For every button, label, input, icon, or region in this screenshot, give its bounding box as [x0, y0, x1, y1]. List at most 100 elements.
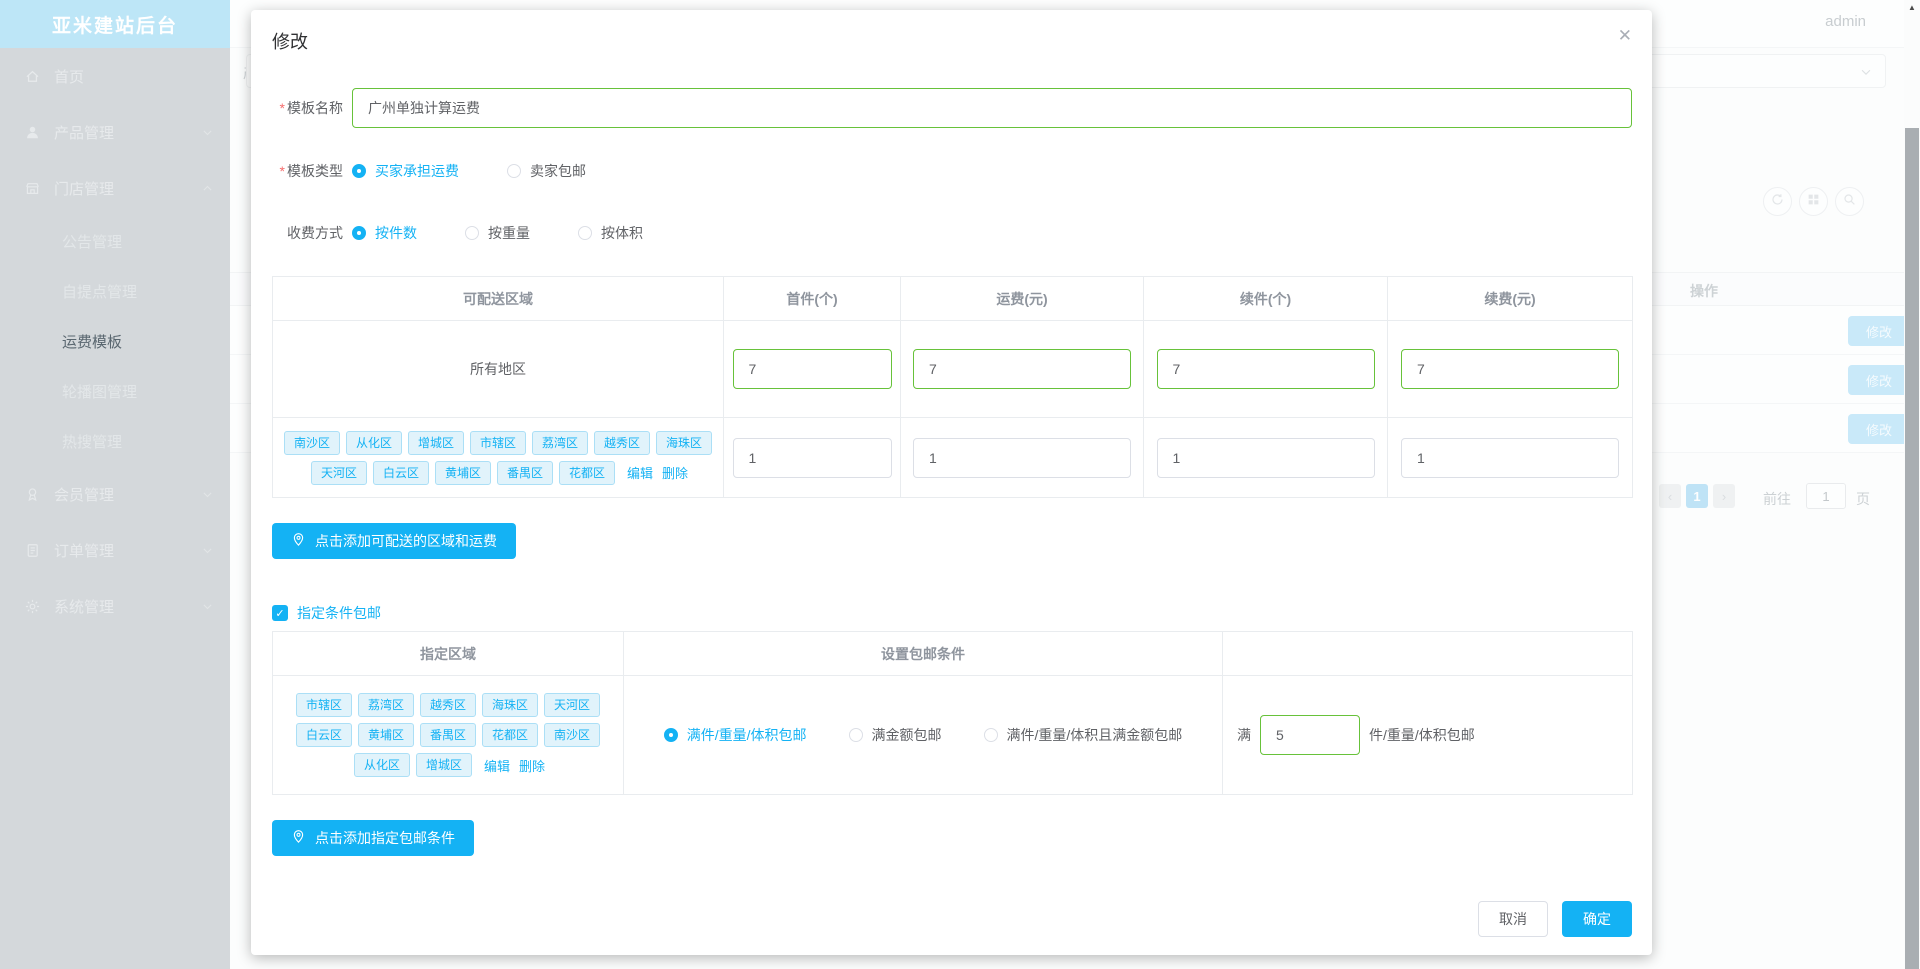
refresh-button[interactable] [1763, 187, 1792, 216]
radio-by-piece[interactable]: 按件数 [352, 223, 417, 243]
radio-by-weight[interactable]: 按重量 [465, 223, 530, 243]
district-tag[interactable]: 从化区 [345, 430, 402, 455]
edit-regions-link[interactable]: 编辑 [627, 463, 653, 482]
district-tag[interactable]: 天河区 [544, 693, 601, 717]
search-button[interactable] [1835, 187, 1864, 216]
column-header: 运费(元) [900, 276, 1144, 321]
district-tag[interactable]: 南沙区 [283, 430, 340, 455]
sidebar-item-carousel[interactable]: 轮播图管理 [0, 366, 230, 416]
district-tag[interactable]: 增城区 [415, 753, 472, 777]
district-tag[interactable]: 从化区 [353, 753, 410, 777]
district-tag[interactable]: 白云区 [295, 723, 352, 747]
additional-fee-input[interactable] [1401, 437, 1619, 478]
first-fee-input[interactable] [913, 349, 1131, 389]
template-name-row: * 模板名称 [272, 88, 1632, 128]
add-region-button[interactable]: 点击添加可配送的区域和运费 [272, 523, 516, 559]
sidebar-item-announcements[interactable]: 公告管理 [0, 216, 230, 266]
edit-button[interactable]: 修改 [1848, 316, 1910, 346]
specified-regions-cell: 市辖区 荔湾区 越秀区 海珠区 天河区 白云区 黄埔区 番禺区 花都区 南沙区 [272, 675, 624, 795]
edit-button[interactable]: 修改 [1848, 365, 1910, 395]
pagination-page-input[interactable] [1806, 483, 1846, 509]
pagination-next-button[interactable]: › [1713, 484, 1735, 508]
district-tag[interactable]: 增城区 [407, 430, 464, 455]
sidebar-item-hot-search[interactable]: 热搜管理 [0, 416, 230, 466]
radio-buyer-pays[interactable]: 买家承担运费 [352, 161, 459, 181]
district-tag[interactable]: 黄埔区 [357, 723, 414, 747]
sidebar-item-members[interactable]: 会员管理 [0, 466, 230, 522]
pagination-page-unit: 页 [1856, 491, 1870, 507]
radio-piece-weight-volume[interactable]: 满件/重量/体积包邮 [663, 725, 807, 745]
template-type-label: * 模板类型 [279, 163, 343, 179]
district-tag[interactable]: 海珠区 [656, 430, 713, 455]
gear-icon [24, 598, 41, 615]
edit-button[interactable]: 修改 [1848, 414, 1910, 444]
additional-piece-input[interactable] [1156, 349, 1375, 389]
user-icon [24, 124, 41, 141]
pagination-goto-label: 前往 [1763, 491, 1791, 507]
district-tag[interactable]: 市辖区 [295, 693, 352, 717]
pagination-page-1[interactable]: 1 [1686, 484, 1708, 508]
radio-amount[interactable]: 满金额包邮 [848, 725, 942, 745]
radio-seller-free-shipping[interactable]: 卖家包邮 [507, 161, 586, 181]
district-tag[interactable]: 南沙区 [544, 723, 601, 747]
chevron-down-icon [201, 600, 214, 613]
admin-user-menu[interactable]: admin [1825, 13, 1866, 30]
chevron-down-icon [201, 126, 214, 139]
district-tag[interactable]: 越秀区 [594, 430, 651, 455]
confirm-button[interactable]: 确定 [1562, 901, 1632, 937]
district-tag[interactable]: 荔湾区 [357, 693, 414, 717]
sidebar-item-shipping-templates[interactable]: 运费模板 [0, 316, 230, 366]
district-tag[interactable]: 白云区 [372, 460, 429, 485]
district-tag[interactable]: 花都区 [559, 460, 616, 485]
scroll-up-arrow-icon[interactable]: ▲ [1904, 3, 1920, 12]
ops-column-header: 操作 [1690, 283, 1718, 299]
district-tag[interactable]: 海珠区 [482, 693, 539, 717]
column-header: 设置包邮条件 [623, 631, 1223, 676]
district-tag[interactable]: 番禺区 [496, 460, 553, 485]
edit-regions-link[interactable]: 编辑 [484, 756, 510, 775]
district-tag[interactable]: 荔湾区 [532, 430, 589, 455]
district-tag[interactable]: 黄埔区 [434, 460, 491, 485]
first-fee-input[interactable] [913, 437, 1131, 478]
pagination-prev-button[interactable]: ‹ [1659, 484, 1681, 508]
first-piece-input[interactable] [732, 437, 892, 478]
radio-piece-and-amount[interactable]: 满件/重量/体积且满金额包邮 [983, 725, 1182, 745]
district-tag[interactable]: 市辖区 [469, 430, 526, 455]
close-icon[interactable]: ✕ [1618, 26, 1632, 46]
sidebar-item-pickup-points[interactable]: 自提点管理 [0, 266, 230, 316]
sidebar-item-system[interactable]: 系统管理 [0, 578, 230, 634]
shipping-fee-table: 可配送区域 首件(个) 运费(元) 续件(个) 续费(元) 所有地区 南沙区 从… [272, 276, 1633, 498]
column-grid-button[interactable] [1799, 187, 1828, 216]
additional-fee-input[interactable] [1401, 349, 1619, 389]
conditional-free-shipping-checkbox-row[interactable]: ✓ 指定条件包邮 [272, 603, 381, 623]
district-tag[interactable]: 越秀区 [419, 693, 476, 717]
scrollbar-thumb[interactable] [1905, 128, 1919, 969]
sidebar-item-label: 系统管理 [54, 598, 115, 616]
district-tag[interactable]: 番禺区 [419, 723, 476, 747]
sidebar-item-stores[interactable]: 门店管理 [0, 160, 230, 216]
district-tag[interactable]: 花都区 [482, 723, 539, 747]
delete-regions-link[interactable]: 删除 [519, 756, 545, 775]
threshold-prefix: 满 [1237, 727, 1251, 743]
radio-selected-icon [352, 164, 366, 178]
threshold-cell: 满 件/重量/体积包邮 [1222, 675, 1633, 795]
sidebar-item-products[interactable]: 产品管理 [0, 104, 230, 160]
shipping-table-header-row: 可配送区域 首件(个) 运费(元) 续件(个) 续费(元) [272, 276, 1633, 321]
column-header: 续费(元) [1387, 276, 1633, 321]
radio-unselected-icon [578, 226, 592, 240]
template-name-input[interactable] [352, 88, 1632, 128]
additional-piece-input[interactable] [1156, 437, 1375, 478]
delete-regions-link[interactable]: 删除 [662, 463, 688, 482]
sidebar-item-home[interactable]: 首页 [0, 48, 230, 104]
threshold-input[interactable] [1260, 715, 1360, 755]
modal-footer: 取消 确定 [1478, 901, 1632, 937]
cancel-button[interactable]: 取消 [1478, 901, 1548, 937]
radio-unselected-icon [983, 728, 998, 742]
checkbox-checked-icon[interactable]: ✓ [272, 605, 288, 621]
radio-by-volume[interactable]: 按体积 [578, 223, 643, 243]
sidebar-item-orders[interactable]: 订单管理 [0, 522, 230, 578]
add-condition-button[interactable]: 点击添加指定包邮条件 [272, 820, 474, 856]
district-tag[interactable]: 天河区 [310, 460, 367, 485]
window-scrollbar[interactable]: ▲ [1904, 0, 1920, 969]
first-piece-input[interactable] [732, 349, 892, 389]
